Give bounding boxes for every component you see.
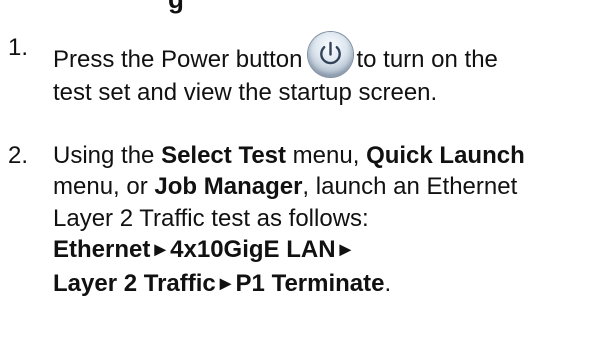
quick-launch-label: Quick Launch bbox=[366, 141, 525, 169]
path-arrow-icon: ► bbox=[150, 239, 171, 261]
path-layer-2-traffic: Layer 2 Traffic bbox=[53, 269, 216, 297]
path-end-period: . bbox=[384, 269, 392, 297]
path-arrow-icon: ► bbox=[335, 239, 356, 261]
step-1-text-before-icon: Press the Power button bbox=[53, 46, 303, 73]
section-heading-fragment: g bbox=[168, 0, 184, 14]
instruction-steps: 1. Press the Power button to turn on the… bbox=[0, 32, 607, 301]
step-1-line-2: test set and view the startup screen. bbox=[53, 79, 438, 106]
step-1: 1. Press the Power button to turn on the… bbox=[0, 32, 607, 109]
step-2-line-1: Using the Select Test menu, Quick Launch bbox=[53, 140, 607, 172]
step-2-line-3: Layer 2 Traffic test as follows: bbox=[53, 204, 369, 232]
step-1-text-after-icon: to turn on the bbox=[356, 46, 498, 73]
select-test-label: Select Test bbox=[161, 141, 287, 169]
job-manager-label: Job Manager bbox=[154, 173, 303, 200]
test-path-line-2: Layer 2 Traffic►P1 Terminate. bbox=[53, 268, 607, 302]
step-2-text-menu-or: menu, or bbox=[53, 173, 155, 200]
step-2: 2. Using the Select Test menu, Quick Lau… bbox=[0, 140, 607, 302]
step-1-line-1: Press the Power button to turn on the bbox=[53, 32, 607, 77]
step-1-number: 1. bbox=[8, 34, 29, 61]
document-page: g 1. Press the Power button to turn on t… bbox=[0, 0, 607, 341]
step-2-text-prefix: Using the bbox=[53, 141, 162, 169]
step-2-text-middle: menu, bbox=[286, 141, 367, 169]
step-2-text-launch: , launch an Ethernet bbox=[302, 173, 518, 200]
step-2-number: 2. bbox=[8, 141, 29, 169]
path-arrow-icon: ► bbox=[215, 272, 236, 295]
test-path-line-1: Ethernet►4x10GigE LAN► bbox=[53, 234, 607, 268]
path-4x10gige-lan: 4x10GigE LAN bbox=[170, 236, 336, 263]
path-p1-terminate: P1 Terminate bbox=[235, 269, 385, 297]
power-icon bbox=[308, 32, 354, 77]
path-ethernet: Ethernet bbox=[53, 236, 151, 263]
step-2-line-2: menu, or Job Manager, launch an Ethernet bbox=[53, 171, 607, 203]
